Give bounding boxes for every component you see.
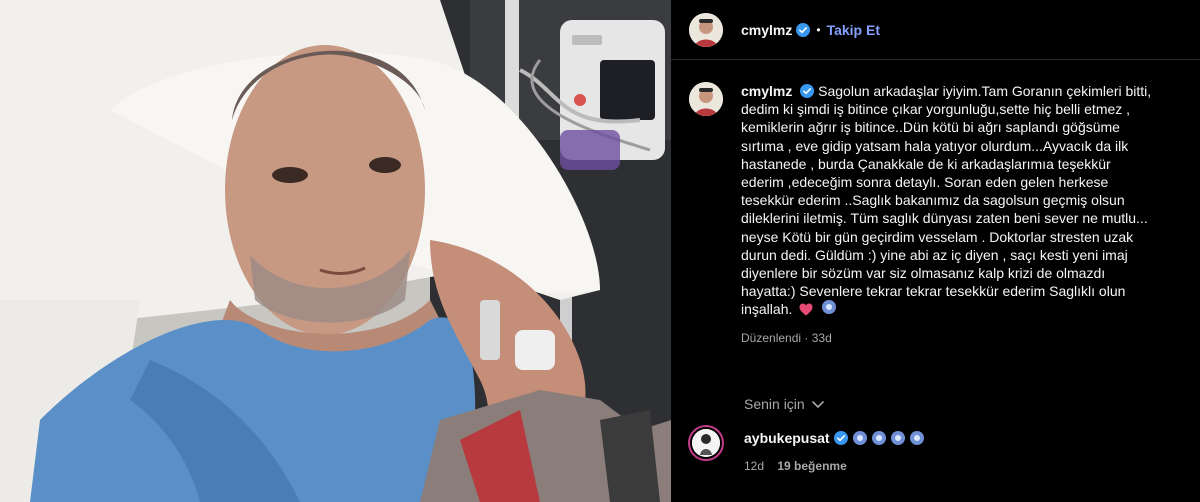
comment-sort-dropdown[interactable]: Senin için bbox=[744, 396, 825, 412]
caption-meta: Düzenlendi · 33d bbox=[741, 329, 1181, 347]
commenter-avatar-image bbox=[692, 429, 720, 457]
commenter-avatar[interactable] bbox=[688, 425, 724, 461]
author-username[interactable]: cmylmz bbox=[741, 22, 792, 38]
post-age[interactable]: 33d bbox=[812, 331, 832, 345]
verified-badge-icon bbox=[833, 431, 848, 445]
avatar-image bbox=[689, 82, 723, 116]
post-caption: cmylmz Sagolun arkadaşlar iyiyim.Tam Gor… bbox=[689, 82, 1189, 347]
caption-line: sırtıma , eve gidip yatsam hala yatıyor … bbox=[741, 137, 1129, 154]
chevron-down-icon bbox=[811, 401, 824, 409]
comment-sort-label: Senin için bbox=[744, 396, 805, 412]
caption-line: durun dedi. Güldüm :) yine abi az iç diy… bbox=[741, 246, 1128, 263]
instagram-post-modal: cmylmz • Takip Et cmylmz Sagolun arkadaş… bbox=[0, 0, 1200, 502]
follow-button[interactable]: Takip Et bbox=[827, 22, 880, 38]
caption-username[interactable]: cmylmz bbox=[741, 83, 792, 99]
evil-eye-emoji-icon bbox=[822, 300, 837, 315]
post-image-illustration bbox=[0, 0, 671, 502]
evil-eye-emoji-icon bbox=[852, 431, 867, 445]
caption-line: tesekkür ederim ..Saglık bakanımız da sa… bbox=[741, 192, 1125, 209]
comment-item: aybukepusat 12d 19 beğenme bbox=[688, 425, 924, 473]
avatar-image bbox=[689, 12, 723, 47]
evil-eye-emoji-icon bbox=[890, 431, 905, 445]
avatar-image bbox=[692, 429, 720, 457]
comment-age[interactable]: 12d bbox=[744, 459, 764, 473]
author-avatar[interactable] bbox=[689, 12, 723, 47]
evil-eye-emoji-icon bbox=[909, 431, 924, 445]
evil-eye-emoji-icon bbox=[871, 431, 886, 445]
comment-line: aybukepusat bbox=[744, 429, 924, 447]
caption-line: ederim ,edeceğim sonra detaylı. Soran ed… bbox=[741, 174, 1109, 191]
caption-line: Sagolun arkadaşlar iyiyim.Tam Goranın çe… bbox=[818, 83, 1152, 99]
caption-line: neyse Kötü bir gün geçirdim vesselam . D… bbox=[741, 228, 1134, 245]
comment-body: aybukepusat 12d 19 beğenme bbox=[744, 425, 924, 473]
caption-line: hastanede , burda Çanakkale de ki arkada… bbox=[741, 155, 1111, 172]
verified-badge-icon bbox=[796, 22, 811, 37]
post-header: cmylmz • Takip Et bbox=[671, 0, 1200, 60]
caption-line: inşallah. bbox=[741, 301, 793, 318]
post-photo[interactable] bbox=[0, 0, 671, 502]
edited-separator: · bbox=[804, 330, 809, 345]
heart-emoji-icon bbox=[799, 303, 813, 316]
caption-line: diyenlere bir sözüm var siz olmasanız ka… bbox=[741, 265, 1106, 282]
comment-likes[interactable]: 19 beğenme bbox=[777, 459, 846, 473]
caption-author-avatar[interactable] bbox=[689, 82, 723, 116]
caption-line: dileklerini iletmiş. Tüm saglık dünyası … bbox=[741, 210, 1148, 227]
comment-meta: 12d 19 beğenme bbox=[744, 459, 924, 473]
verified-badge-icon bbox=[800, 84, 815, 98]
edited-label: Düzenlendi bbox=[741, 330, 802, 345]
caption-line: dedim ki şimdi iş bitince çıkar yorgunlu… bbox=[741, 101, 1131, 118]
caption-line: hayatta:) Sevenlere tekrar tekrar tesekk… bbox=[741, 283, 1126, 300]
caption-text-block: cmylmz Sagolun arkadaşlar iyiyim.Tam Gor… bbox=[741, 82, 1181, 347]
header-separator: • bbox=[816, 22, 821, 37]
caption-line: kemiklerin ağrır iş bitince..Dün kötü bi… bbox=[741, 119, 1120, 136]
commenter-username[interactable]: aybukepusat bbox=[744, 430, 830, 446]
